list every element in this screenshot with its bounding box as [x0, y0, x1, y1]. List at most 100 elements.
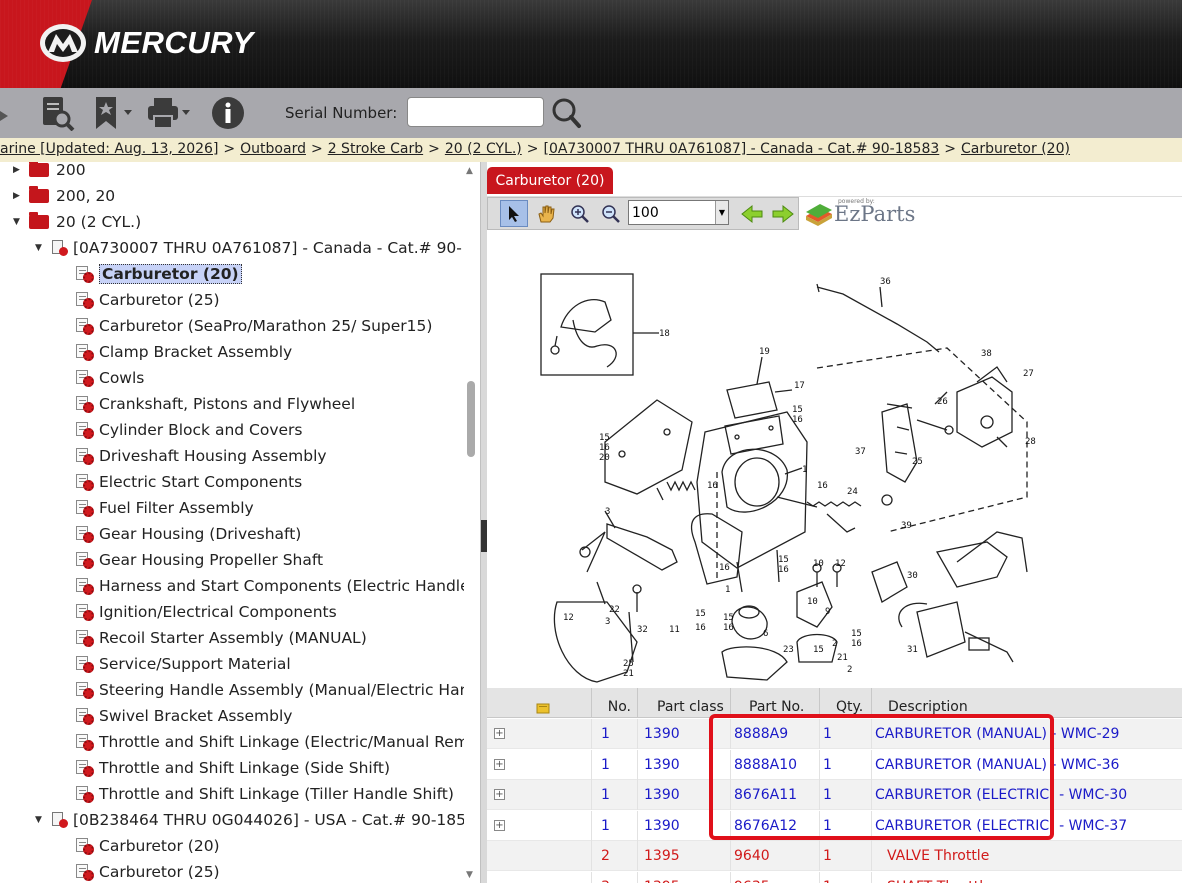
zoom-out-button[interactable] [597, 200, 625, 227]
tree-catalog[interactable]: ▼ [0B238464 THRU 0G044026] - USA - Cat.#… [35, 807, 466, 833]
catalog-icon [51, 811, 68, 829]
column-header-description[interactable]: Description [871, 688, 1182, 718]
tree-item-part-diagram[interactable]: Service/Support Material [76, 651, 291, 677]
tree-item-part-diagram[interactable]: Swivel Bracket Assembly [76, 703, 292, 729]
tree-item-part-diagram[interactable]: Steering Handle Assembly (Manual/Electri… [76, 677, 479, 703]
cell-description[interactable]: CARBURETOR (MANUAL) - WMC-29 [871, 719, 1182, 749]
tree-item-part-diagram[interactable]: Gear Housing Propeller Shaft [76, 547, 323, 573]
cell-description[interactable]: CARBURETOR (ELECTRIC) - WMC-30 [871, 780, 1182, 810]
tab-diagram[interactable]: Carburetor (20) [487, 167, 613, 194]
tree-item-part-diagram[interactable]: Clamp Bracket Assembly [76, 339, 292, 365]
cell-description[interactable]: CARBURETOR (ELECTRIC) - WMC-37 [871, 810, 1182, 841]
tree-item-part-diagram[interactable]: Crankshaft, Pistons and Flywheel [76, 391, 355, 417]
breadcrumb-item-serial-range[interactable]: [0A730007 THRU 0A761087] - Canada - Cat.… [543, 141, 939, 157]
next-diagram-button[interactable] [769, 200, 797, 227]
tree-item-part-diagram[interactable]: Ignition/Electrical Components [76, 599, 337, 625]
breadcrumb-item-catalog[interactable]: arine [Updated: Aug. 13, 2026] [0, 141, 218, 157]
tree-scrollbar[interactable] [464, 162, 478, 883]
tree-scrollbar-thumb[interactable] [467, 381, 475, 457]
table-row[interactable]: +1 1390 8676A11 1 CARBURETOR (ELECTRIC) - WM… [487, 780, 1182, 810]
cell-part-class: 1390 [637, 749, 730, 780]
table-row[interactable]: +1 1390 8888A9 1 CARBURETOR (MANUAL) - WMC-2… [487, 719, 1182, 749]
table-row[interactable]: 2 1395 9640 1 VALVE Throttle [487, 841, 1182, 871]
collapse-arrow-icon[interactable]: ▼ [35, 815, 45, 825]
cell-no: 2 [591, 841, 637, 871]
cell-part-no[interactable]: 9635 [730, 871, 819, 883]
parts-table: No. Part class Part No. Qty. Description… [487, 688, 1182, 883]
pointer-tool-button[interactable] [500, 200, 528, 227]
tree-item-part-diagram[interactable]: Throttle and Shift Linkage (Side Shift) [76, 755, 390, 781]
mercury-logo[interactable]: MERCURY [38, 20, 254, 66]
column-header-part-no[interactable]: Part No. [730, 688, 819, 718]
cell-part-no[interactable]: 8888A10 [730, 749, 819, 780]
breadcrumb-item-model[interactable]: 20 (2 CYL.) [445, 141, 522, 157]
tree-item-part-diagram[interactable]: Cylinder Block and Covers [76, 417, 303, 443]
bookmark-menu-icon[interactable] [92, 95, 136, 131]
note-column-header[interactable] [487, 688, 591, 718]
tree-item-part-diagram[interactable]: Carburetor (20) [76, 261, 242, 287]
tree-folder[interactable]: ▼ 20 (2 CYL.) [13, 209, 141, 235]
table-row[interactable]: 3139596351SHAFT Throttle [487, 871, 1182, 883]
tree-item-part-diagram[interactable]: Carburetor (25) [76, 287, 220, 313]
collapse-arrow-icon[interactable]: ▼ [13, 217, 23, 227]
previous-diagram-button[interactable] [738, 200, 766, 227]
print-menu-icon[interactable] [146, 95, 194, 131]
hand-icon [538, 205, 555, 222]
expand-row-icon[interactable]: + [494, 819, 505, 831]
tree-catalog[interactable]: ▼ [0A730007 THRU 0A761087] - Canada - Ca… [35, 235, 462, 261]
breadcrumb-item-outboard[interactable]: Outboard [240, 141, 306, 157]
tree-item-part-diagram[interactable]: Throttle and Shift Linkage (Electric/Man… [76, 729, 478, 755]
tree-item-part-diagram[interactable]: Fuel Filter Assembly [76, 495, 254, 521]
exploded-parts-diagram[interactable]: 36 18 19 17 15 16 26 25 38 27 15 16 20 1 28 37 39 3 16 16 24… [487, 232, 1182, 685]
tree-item-part-diagram[interactable]: Carburetor (25) [76, 859, 220, 883]
expand-row-icon[interactable]: + [494, 758, 505, 770]
tree-item-label: Carburetor (20) [99, 264, 242, 284]
tree-folder[interactable]: ▶ 200, 20 [13, 183, 115, 209]
expand-arrow-icon[interactable]: ▶ [13, 165, 23, 175]
cell-description[interactable]: VALVE Throttle [871, 841, 1182, 871]
breadcrumb-item-current[interactable]: Carburetor (20) [961, 141, 1070, 157]
expand-row-icon[interactable]: + [494, 789, 505, 800]
cell-part-no[interactable]: 8888A9 [730, 719, 819, 749]
expand-arrow-icon[interactable]: ▶ [13, 191, 23, 201]
tree-item-part-diagram[interactable]: Carburetor (SeaPro/Marathon 25/ Super15) [76, 313, 432, 339]
carburetor-drawing: 361819171516262538271516201283739316 1624… [540, 273, 1036, 683]
cell-part-class: 1395 [637, 871, 730, 883]
tree-item-part-diagram[interactable]: Cowls [76, 365, 144, 391]
callout-number: 10 [813, 559, 824, 569]
search-icon[interactable] [550, 95, 582, 131]
scroll-down-icon[interactable]: ▼ [466, 870, 473, 880]
chevron-down-icon[interactable]: ▼ [715, 201, 728, 224]
pan-tool-button[interactable] [532, 200, 560, 227]
tree-item-label: Gear Housing (Driveshaft) [99, 525, 302, 543]
breadcrumb-item-2-stroke-carb[interactable]: 2 Stroke Carb [328, 141, 423, 157]
tree-item-part-diagram[interactable]: Carburetor (20) [76, 833, 220, 859]
scroll-up-icon[interactable]: ▲ [466, 166, 473, 176]
cell-part-no[interactable]: 8676A11 [730, 780, 819, 810]
info-icon[interactable] [211, 95, 245, 131]
column-header-no[interactable]: No. [591, 688, 637, 718]
column-header-part-class[interactable]: Part class [637, 688, 730, 718]
expand-row-icon[interactable]: + [494, 728, 505, 739]
tree-item-part-diagram[interactable]: Gear Housing (Driveshaft) [76, 521, 301, 547]
cell-description[interactable]: SHAFT Throttle [871, 871, 1182, 883]
cell-part-no[interactable]: 8676A12 [730, 810, 819, 841]
tree-item-part-diagram[interactable]: Throttle and Shift Linkage (Tiller Handl… [76, 781, 454, 807]
tree-item-part-diagram[interactable]: Harness and Start Components (Electric H… [76, 573, 476, 599]
tree-folder[interactable]: ▶ 200 [13, 162, 86, 183]
tree-item-part-diagram[interactable]: Electric Start Components [76, 469, 302, 495]
cell-part-no[interactable]: 9640 [730, 841, 819, 871]
zoom-in-button[interactable] [566, 200, 594, 227]
column-header-qty[interactable]: Qty. [819, 688, 871, 718]
serial-number-input[interactable] [407, 97, 544, 127]
tree-item-part-diagram[interactable]: Recoil Starter Assembly (MANUAL) [76, 625, 367, 651]
back-arrow-icon[interactable] [0, 98, 10, 134]
zoom-select[interactable]: 100 [628, 200, 729, 225]
collapse-arrow-icon[interactable]: ▼ [35, 243, 45, 253]
table-row[interactable]: +1 1390 8676A12 1 CARBURETOR (ELECTRIC) - WM… [487, 810, 1182, 841]
tree-item-part-diagram[interactable]: Driveshaft Housing Assembly [76, 443, 327, 469]
table-row[interactable]: +1 1390 8888A10 1 CARBURETOR (MANUAL) - WMC-… [487, 749, 1182, 780]
catalog-search-icon[interactable] [40, 95, 76, 131]
part-diagram-icon [76, 421, 94, 439]
cell-description[interactable]: CARBURETOR (MANUAL) - WMC-36 [871, 749, 1182, 780]
